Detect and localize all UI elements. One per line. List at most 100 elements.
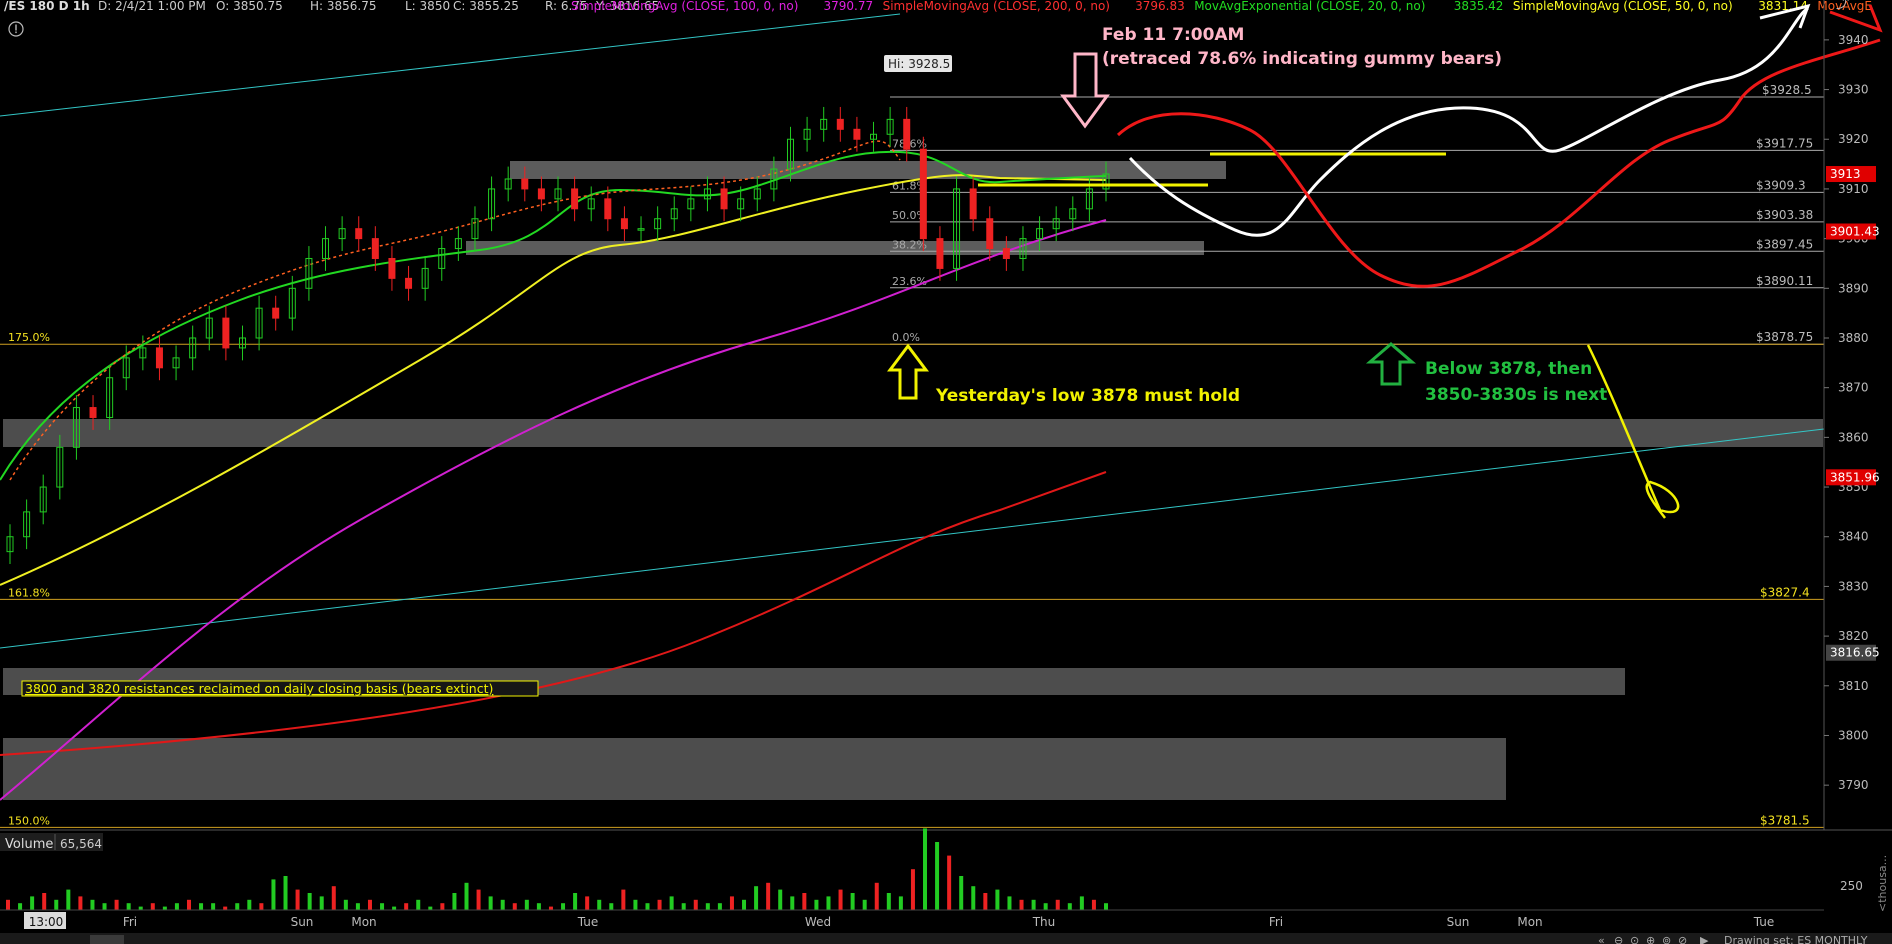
drawing-set-label[interactable]: Drawing set: ES MONTHLY <box>1724 934 1868 944</box>
time-axis[interactable]: 13:00 Fri Sun Mon Tue Wed Thu Fri Sun Mon Tue <box>0 909 1824 929</box>
high-value: H: 3856.75 <box>310 0 377 13</box>
volume-bar <box>645 903 650 910</box>
study-label-0: SimpleMovingAvg (CLOSE, 100, 0, no) <box>571 0 798 13</box>
y-tick-label: 3790 <box>1838 778 1869 792</box>
candle-body <box>853 128 861 140</box>
volume-bar <box>18 903 23 910</box>
below-3878-line2: 3850-3830s is next <box>1425 385 1607 405</box>
hi-label-box: Hi: 3928.5 <box>884 55 952 72</box>
study-value-0: 3790.77 <box>824 0 874 13</box>
candle-body <box>604 198 612 220</box>
sma200-line <box>0 471 1107 756</box>
play-icon[interactable]: ▶ <box>1700 934 1709 944</box>
scrollbar-thumb[interactable] <box>90 935 124 944</box>
y-tick-label: 3940 <box>1838 33 1869 47</box>
volume-bar <box>30 896 35 910</box>
volume-bar <box>223 906 228 910</box>
volume-bar <box>247 899 252 910</box>
header-bar: /ES 180 D 1h D: 2/4/21 1:00 PM O: 3850.7… <box>4 0 1872 13</box>
price-tag-label: 3816.65 <box>1830 646 1880 660</box>
y-tick-label: 3840 <box>1838 530 1869 544</box>
volume-bar <box>500 899 505 910</box>
volume-bar <box>669 896 674 910</box>
candle-body <box>903 118 911 150</box>
x-label: Thu <box>1032 915 1056 929</box>
volume-bar <box>102 903 107 910</box>
info-icon[interactable] <box>8 21 24 37</box>
volume-bar <box>1104 903 1108 910</box>
volume-bar <box>621 889 626 910</box>
fib-price-label: $3890.11 <box>1756 274 1813 288</box>
volume-bar <box>42 893 47 910</box>
fib-price-label: $3909.3 <box>1756 178 1806 192</box>
candle-body <box>355 228 363 240</box>
volume-bar <box>742 899 747 910</box>
chevron-left-icon[interactable]: « <box>1598 934 1605 944</box>
extension-price-label: $3827.4 <box>1760 585 1810 599</box>
x-label: 13:00 <box>29 915 64 929</box>
volume-bar <box>983 893 988 910</box>
y-tick-label: 3910 <box>1838 182 1869 196</box>
date-label: D: 2/4/21 1:00 PM <box>98 0 206 13</box>
volume-bar <box>6 899 10 910</box>
price-axis[interactable]: 3790380038103820383038403850386038703880… <box>1823 0 1880 830</box>
price-tag-label: 3901.43 <box>1830 225 1880 239</box>
volume-bar <box>947 855 952 910</box>
price-tag-label: 3913 <box>1830 167 1861 181</box>
x-label: Fri <box>1269 915 1283 929</box>
y-tick-label: 3810 <box>1838 679 1869 693</box>
volume-bar <box>850 893 855 910</box>
y-tick-label: 3860 <box>1838 430 1869 444</box>
y-tick-label: 3920 <box>1838 132 1869 146</box>
open-value: O: 3850.75 <box>216 0 283 13</box>
volume-bar <box>90 899 95 910</box>
x-label: Mon <box>351 915 376 929</box>
x-label: Tue <box>577 915 599 929</box>
volume-bar <box>633 899 638 910</box>
crosshair-icon[interactable]: ⊘ <box>1678 934 1687 944</box>
volume-bars <box>6 828 1108 910</box>
candle-body <box>521 178 529 190</box>
target-icon[interactable]: ⊚ <box>1662 934 1671 944</box>
volume-bar <box>199 903 204 910</box>
volume-bar <box>271 879 276 910</box>
annotation-arrows <box>887 52 1417 400</box>
extension-pct-label: 161.8% <box>8 586 50 599</box>
zoom-out-icon[interactable]: ⊖ <box>1614 934 1623 944</box>
yellow-up-arrow <box>891 346 923 398</box>
pink-down-arrow <box>1060 52 1110 129</box>
candle-body <box>1002 248 1010 259</box>
volume-bar <box>898 896 903 910</box>
study-legend: SimpleMovingAvg (CLOSE, 100, 0, no) 3790.… <box>571 0 1872 13</box>
volume-bar <box>766 882 771 910</box>
symbol-label[interactable]: /ES 180 D 1h <box>4 0 90 13</box>
price-chart[interactable]: /ES 180 D 1h D: 2/4/21 1:00 PM O: 3850.7… <box>0 0 1892 944</box>
zone-3896 <box>466 241 1204 255</box>
close-value: C: 3855.25 <box>453 0 519 13</box>
volume-bar <box>343 899 348 910</box>
zone-3910 <box>510 161 1226 179</box>
zoom-reset-icon[interactable]: ⊙ <box>1630 934 1639 944</box>
y-tick-label: 3820 <box>1838 629 1869 643</box>
volume-bar <box>1079 896 1084 910</box>
lower-trendline <box>0 428 1825 649</box>
zoom-in-icon[interactable]: ⊕ <box>1646 934 1655 944</box>
x-label: Sun <box>291 915 314 929</box>
study-label-2: MovAvgExponential (CLOSE, 20, 0, no) <box>1194 0 1425 13</box>
extension-pct-label: 150.0% <box>8 814 50 827</box>
candle-body <box>89 407 97 418</box>
volume-label: Volume <box>5 837 53 852</box>
volume-pane: Volume 65,564 250 <thousa... <box>0 828 1892 912</box>
volume-bar <box>174 903 179 910</box>
volume-bar <box>802 893 807 910</box>
chart-settings-icon[interactable]: ⤴ <box>1836 0 1849 12</box>
volume-bar <box>536 903 541 910</box>
volume-bar <box>959 876 964 910</box>
volume-bar <box>259 903 264 910</box>
y-tick-label: 3930 <box>1838 83 1869 97</box>
volume-bar <box>886 893 891 910</box>
fib-pct-label: 38.2% <box>892 238 927 251</box>
x-label: Sun <box>1447 915 1470 929</box>
volume-bar <box>935 842 940 910</box>
candle-body <box>222 317 230 349</box>
